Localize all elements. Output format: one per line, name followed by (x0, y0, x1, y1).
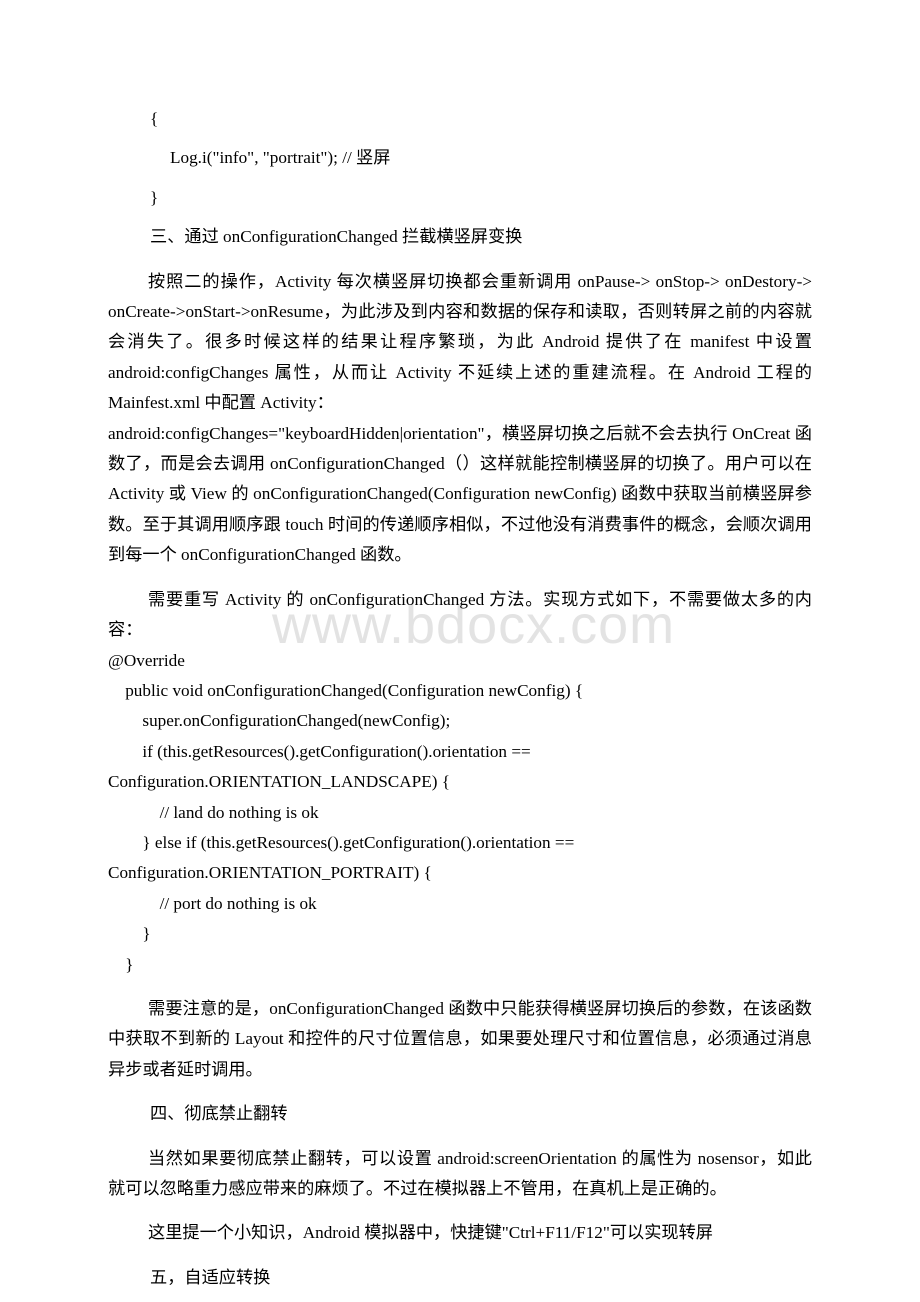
section-three-trailing-paragraph: 需要注意的是，onConfigurationChanged 函数中只能获得横竖屏… (108, 998, 812, 1079)
code-log-line: Log.i("info", "portrait"); // 竖屏 (170, 148, 391, 168)
java-code-block: @Override public void onConfigurationCha… (108, 650, 584, 974)
section-heading-four: 四、彻底禁止翻转 (150, 1104, 288, 1124)
section-heading-three: 三、通过 onConfigurationChanged 拦截横竖屏变换 (150, 227, 523, 247)
code-close-brace: } (150, 187, 159, 207)
document-content: { Log.i("info", "portrait"); // 竖屏 } 三、通… (0, 0, 920, 1302)
section-four-paragraph-1: 当然如果要彻底禁止翻转，可以设置 android:screenOrientati… (108, 1148, 812, 1198)
section-three-paragraph-1: 按照二的操作，Activity 每次横竖屏切换都会重新调用 onPause-> … (108, 271, 812, 413)
section-three-paragraph-3: 需要重写 Activity 的 onConfigurationChanged 方… (108, 589, 812, 640)
section-four-paragraph-2: 这里提一个小知识，Android 模拟器中，快捷键"Ctrl+F11/F12"可… (148, 1223, 713, 1243)
document-page: www.bdocx.com { Log.i("info", "portrait"… (0, 0, 920, 1302)
section-heading-five: 五，自适应转换 (150, 1267, 271, 1287)
section-three-paragraph-2: android:configChanges="keyboardHidden|or… (108, 423, 812, 565)
code-open-brace: { (150, 109, 159, 128)
